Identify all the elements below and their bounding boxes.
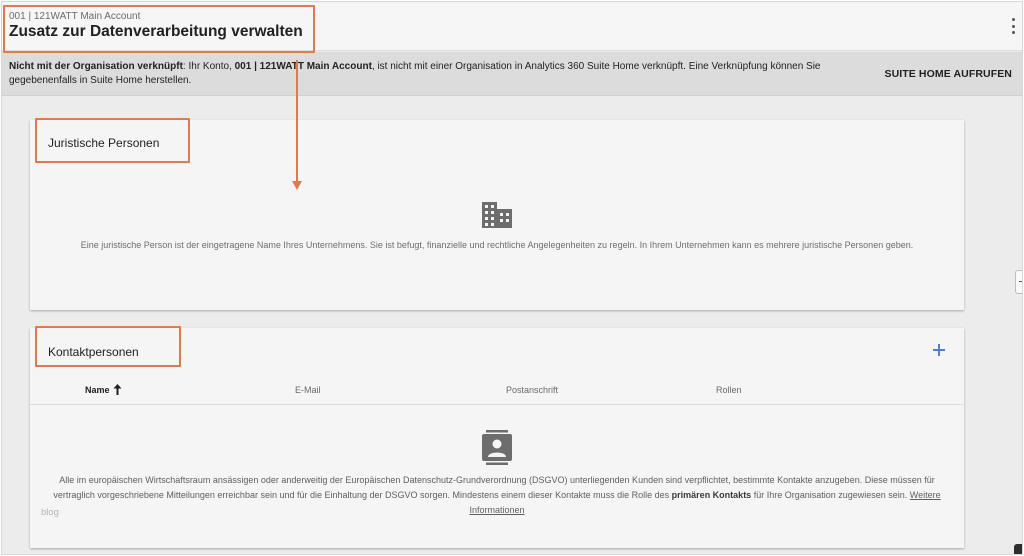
contacts-description: Alle im europäischen Wirtschaftsraum ans…: [50, 473, 944, 518]
app-window: 001 | 121WATT Main Account Zusatz zur Da…: [1, 1, 1023, 555]
legal-entities-description: Eine juristische Person ist der eingetra…: [80, 240, 914, 250]
highlight-box-legal-entities: [35, 118, 190, 163]
column-header-address[interactable]: Postanschrift: [506, 385, 558, 395]
column-header-roles[interactable]: Rollen: [716, 385, 742, 395]
contact-card-icon: [482, 430, 512, 465]
watermark: blog: [41, 507, 59, 518]
corner-badge: [1014, 544, 1022, 554]
column-header-name[interactable]: Name: [85, 385, 110, 395]
banner-strong-prefix: Nicht mit der Organisation verknüpft: [9, 61, 183, 72]
side-panel-handle[interactable]: [1015, 270, 1022, 294]
highlight-box-contacts: [35, 326, 181, 367]
arrow-up-icon[interactable]: [113, 384, 122, 395]
organisation-banner: Nicht mit der Organisation verknüpft: Ih…: [2, 52, 1022, 96]
banner-message: Nicht mit der Organisation verknüpft: Ih…: [9, 60, 869, 88]
annotation-arrow-line: [296, 60, 298, 182]
annotation-arrow-head: [292, 181, 302, 190]
contacts-desc-2: für Ihre Organisation zugewiesen sein.: [751, 490, 910, 500]
banner-text-1: : Ihr Konto,: [182, 61, 235, 72]
highlight-box-title: [3, 5, 315, 53]
more-vert-icon[interactable]: [1010, 18, 1016, 34]
primary-contact-label: primären Kontakts: [671, 490, 752, 500]
plus-icon[interactable]: [932, 343, 946, 357]
column-header-email[interactable]: E-Mail: [295, 385, 321, 395]
banner-account: 001 | 121WATT Main Account: [234, 61, 372, 72]
business-icon: [482, 202, 512, 228]
contacts-table-header: Name E-Mail Postanschrift Rollen: [30, 380, 964, 405]
suite-home-button[interactable]: SUITE HOME AUFRUFEN: [884, 68, 1012, 80]
